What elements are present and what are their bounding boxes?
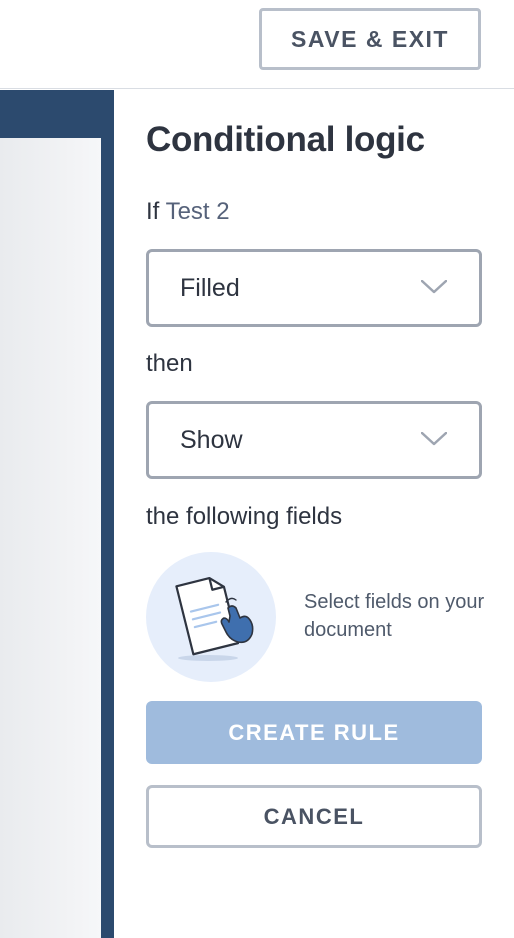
top-bar: SAVE & EXIT bbox=[0, 0, 514, 89]
condition-select[interactable]: Filled bbox=[146, 249, 482, 327]
following-fields-label: the following fields bbox=[146, 503, 343, 530]
action-select[interactable]: Show bbox=[146, 401, 482, 479]
condition-select-value: Filled bbox=[180, 273, 240, 302]
select-fields-hint: Select fields on your document bbox=[304, 591, 485, 641]
document-page[interactable] bbox=[0, 138, 101, 938]
chevron-down-icon bbox=[421, 280, 447, 294]
chevron-down-icon bbox=[421, 432, 447, 446]
document-canvas bbox=[0, 90, 114, 938]
conditional-logic-panel: Conditional logic If Test 2 Filled then … bbox=[114, 90, 514, 938]
create-rule-button[interactable]: CREATE RULE bbox=[146, 701, 482, 764]
panel-title: Conditional logic bbox=[146, 120, 425, 159]
document-tap-icon bbox=[175, 577, 254, 661]
field-reference: Test 2 bbox=[165, 198, 230, 225]
document-tap-illustration bbox=[146, 552, 276, 682]
then-label: then bbox=[146, 350, 193, 377]
if-label: If bbox=[146, 198, 160, 225]
if-condition-line: If Test 2 bbox=[146, 198, 230, 226]
cancel-button[interactable]: CANCEL bbox=[146, 785, 482, 848]
action-select-value: Show bbox=[180, 425, 243, 454]
save-and-exit-button[interactable]: SAVE & EXIT bbox=[259, 8, 481, 70]
